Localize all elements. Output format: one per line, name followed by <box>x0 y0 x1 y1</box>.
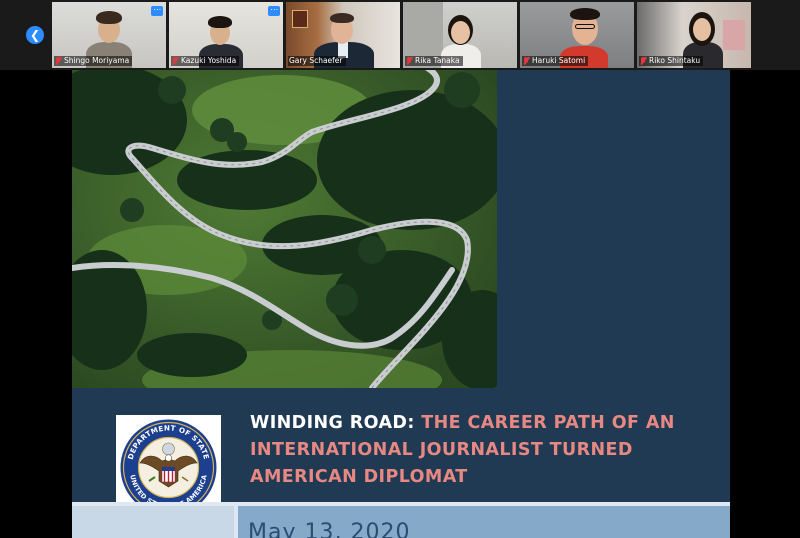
participant-name-tag: Riko Shintaku <box>639 56 704 66</box>
slide-footer-bar: May 13, 2020 <box>72 502 730 538</box>
footer-left-block <box>72 506 234 538</box>
participant-tile[interactable]: ⋯ Shingo Moriyama <box>52 2 166 68</box>
participant-name-tag: Gary Schaefer <box>288 56 346 66</box>
shelf-items <box>723 20 745 50</box>
participant-name: Riko Shintaku <box>649 56 701 65</box>
participant-hair <box>96 11 122 24</box>
participant-name-tag: Shingo Moriyama <box>54 56 133 66</box>
participant-tile[interactable]: ⋯ Kazuki Yoshida <box>169 2 283 68</box>
participant-face <box>693 18 711 41</box>
slide-title-lead: WINDING ROAD: <box>250 413 415 433</box>
participant-tile-active-speaker[interactable]: Gary Schaefer <box>286 2 400 68</box>
microphone-muted-icon <box>55 57 61 65</box>
slide-title: WINDING ROAD: THE CAREER PATH OF AN INTE… <box>250 410 710 491</box>
participant-strip: ❮ ⋯ Shingo Moriyama ⋯ Kazuki Yoshida Gar… <box>0 0 800 70</box>
participant-tile[interactable]: Riko Shintaku <box>637 2 751 68</box>
participant-name: Kazuki Yoshida <box>181 56 237 65</box>
participant-name: Rika Tanaka <box>415 56 460 65</box>
ellipsis-icon[interactable]: ⋯ <box>268 6 280 16</box>
footer-date-block: May 13, 2020 <box>238 506 730 538</box>
microphone-muted-icon <box>172 57 178 65</box>
participant-name: Shingo Moriyama <box>64 56 130 65</box>
participant-tile[interactable]: Haruki Satomi <box>520 2 634 68</box>
microphone-muted-icon <box>640 57 646 65</box>
winding-road-photo <box>72 70 497 388</box>
slide-date: May 13, 2020 <box>248 520 411 538</box>
participant-hair <box>208 16 232 28</box>
participant-hair <box>570 8 600 20</box>
participant-name-tag: Kazuki Yoshida <box>171 56 240 66</box>
participant-hair <box>330 13 354 23</box>
participant-name-tag: Haruki Satomi <box>522 56 589 66</box>
wall-frame <box>292 10 308 28</box>
microphone-muted-icon <box>523 57 529 65</box>
participant-tile[interactable]: Rika Tanaka <box>403 2 517 68</box>
chevron-left-icon[interactable]: ❮ <box>26 26 44 44</box>
microphone-muted-icon <box>406 57 412 65</box>
participant-name: Haruki Satomi <box>532 56 586 65</box>
presentation-slide: DEPARTMENT OF STATE UNITED STATES OF AME… <box>72 70 730 538</box>
participant-face-front <box>451 21 470 44</box>
screen-share-area: DEPARTMENT OF STATE UNITED STATES OF AME… <box>0 70 800 538</box>
participant-name: Gary Schaefer <box>289 56 343 65</box>
zoom-meeting-window: ❮ ⋯ Shingo Moriyama ⋯ Kazuki Yoshida Gar… <box>0 0 800 538</box>
ellipsis-icon[interactable]: ⋯ <box>151 6 163 16</box>
glasses <box>575 24 595 29</box>
participant-name-tag: Rika Tanaka <box>405 56 463 66</box>
